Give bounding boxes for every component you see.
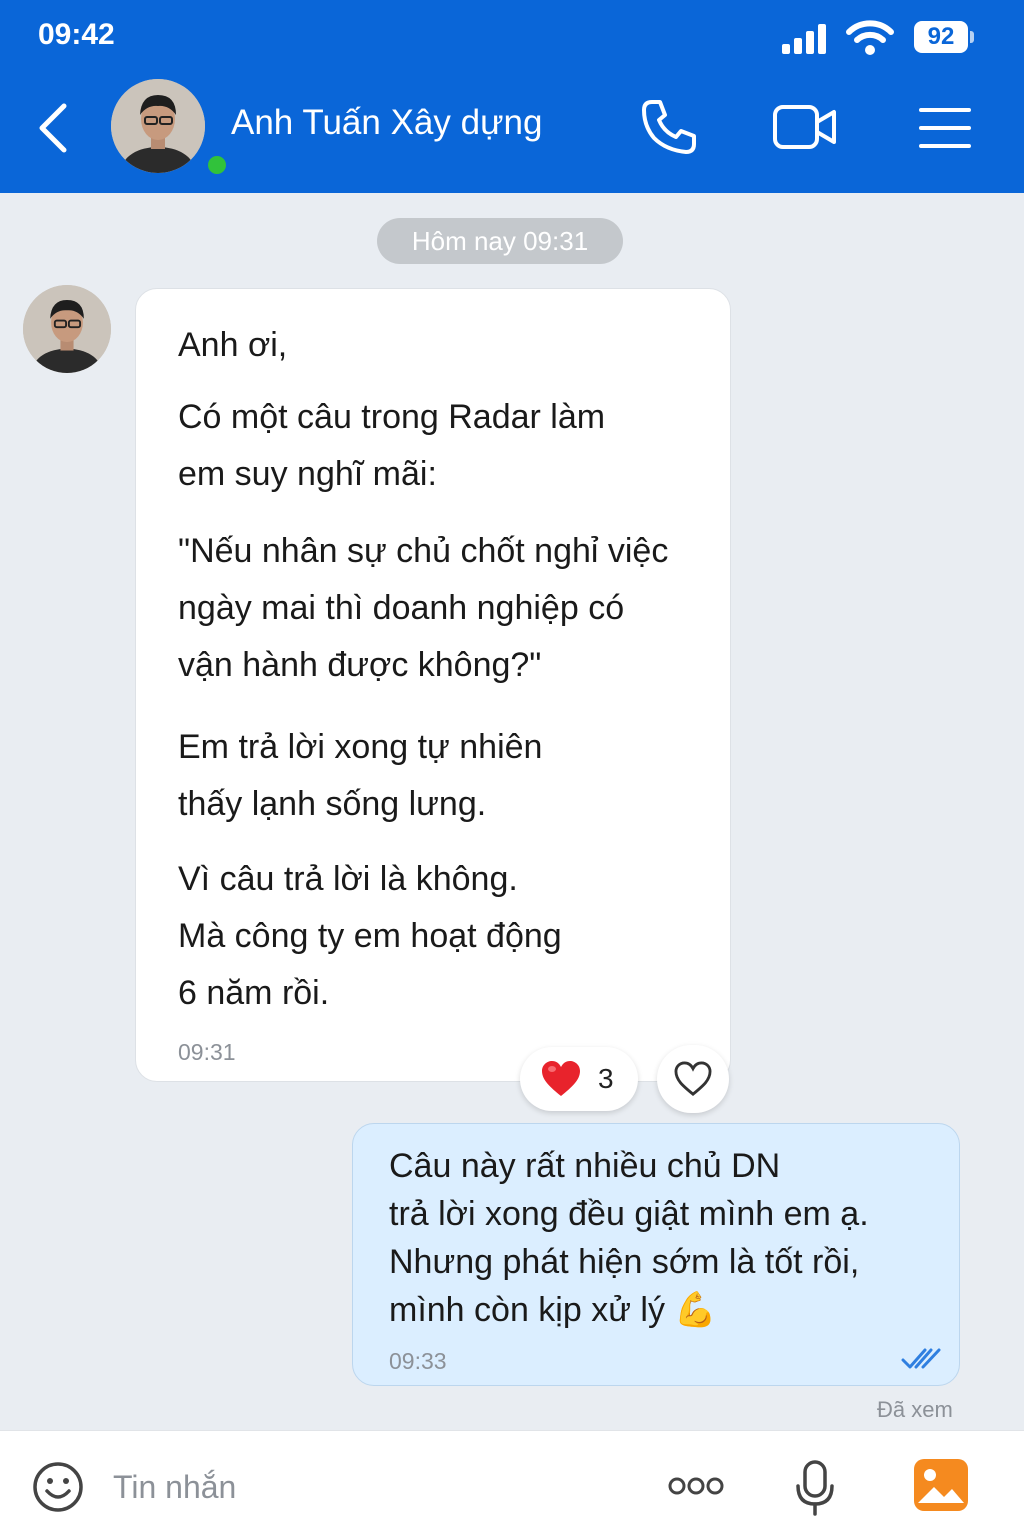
emoji-icon[interactable] <box>32 1461 84 1513</box>
incoming-message-bubble[interactable]: Anh ơi, Có một câu trong Radar làm em su… <box>135 288 731 1082</box>
person-avatar-icon <box>23 285 111 373</box>
seen-status: Đã xem <box>877 1397 953 1422</box>
sender-avatar[interactable] <box>23 285 111 373</box>
status-time: 09:42 <box>38 18 115 51</box>
message-paragraph: Em trả lời xong tự nhiên thấy lạnh sống … <box>178 728 543 823</box>
outgoing-message-bubble[interactable]: Câu này rất nhiều chủ DN trả lời xong đề… <box>352 1123 960 1386</box>
message-text: Câu này rất nhiều chủ DN trả lời xong đề… <box>389 1147 869 1329</box>
contact-name[interactable]: Anh Tuấn Xây dựng <box>231 103 542 143</box>
person-avatar-icon <box>111 79 205 173</box>
microphone-icon[interactable] <box>794 1459 836 1517</box>
video-call-button[interactable] <box>772 102 838 152</box>
battery-tip <box>970 31 974 43</box>
cellular-signal-icon <box>782 22 830 54</box>
message-paragraph: Anh ơi, <box>178 326 288 364</box>
date-separator: Hôm nay 09:31 <box>377 218 623 264</box>
double-check-icon <box>901 1348 941 1369</box>
back-button[interactable] <box>30 98 80 158</box>
message-paragraph: "Nếu nhân sự chủ chốt nghỉ việc ngày mai… <box>178 532 669 684</box>
message-paragraph: Vì câu trả lời là không. Mà công ty em h… <box>178 860 562 1012</box>
battery-indicator: 92 <box>914 21 968 53</box>
heart-reaction-icon <box>542 1061 580 1096</box>
online-status-dot <box>205 153 229 177</box>
menu-button[interactable] <box>918 106 972 150</box>
reaction-count: 3 <box>598 1063 614 1094</box>
message-input-bar: Tin nhắn <box>0 1430 1024 1537</box>
heart-outline-icon <box>674 1061 712 1096</box>
reaction-summary[interactable]: 3 <box>520 1047 638 1111</box>
more-options-icon[interactable] <box>668 1476 724 1496</box>
add-reaction-button[interactable] <box>657 1045 729 1113</box>
phone-call-button[interactable] <box>638 96 700 158</box>
message-input[interactable]: Tin nhắn <box>113 1469 236 1506</box>
chat-header: 09:42 92 Anh Tuấn Xây dựng <box>0 0 1024 193</box>
message-time: 09:33 <box>389 1348 447 1374</box>
image-gallery-icon[interactable] <box>912 1457 970 1513</box>
wifi-icon <box>846 20 894 55</box>
contact-avatar[interactable] <box>111 79 205 173</box>
message-paragraph: Có một câu trong Radar làm em suy nghĩ m… <box>178 398 606 493</box>
message-time: 09:31 <box>178 1039 236 1065</box>
